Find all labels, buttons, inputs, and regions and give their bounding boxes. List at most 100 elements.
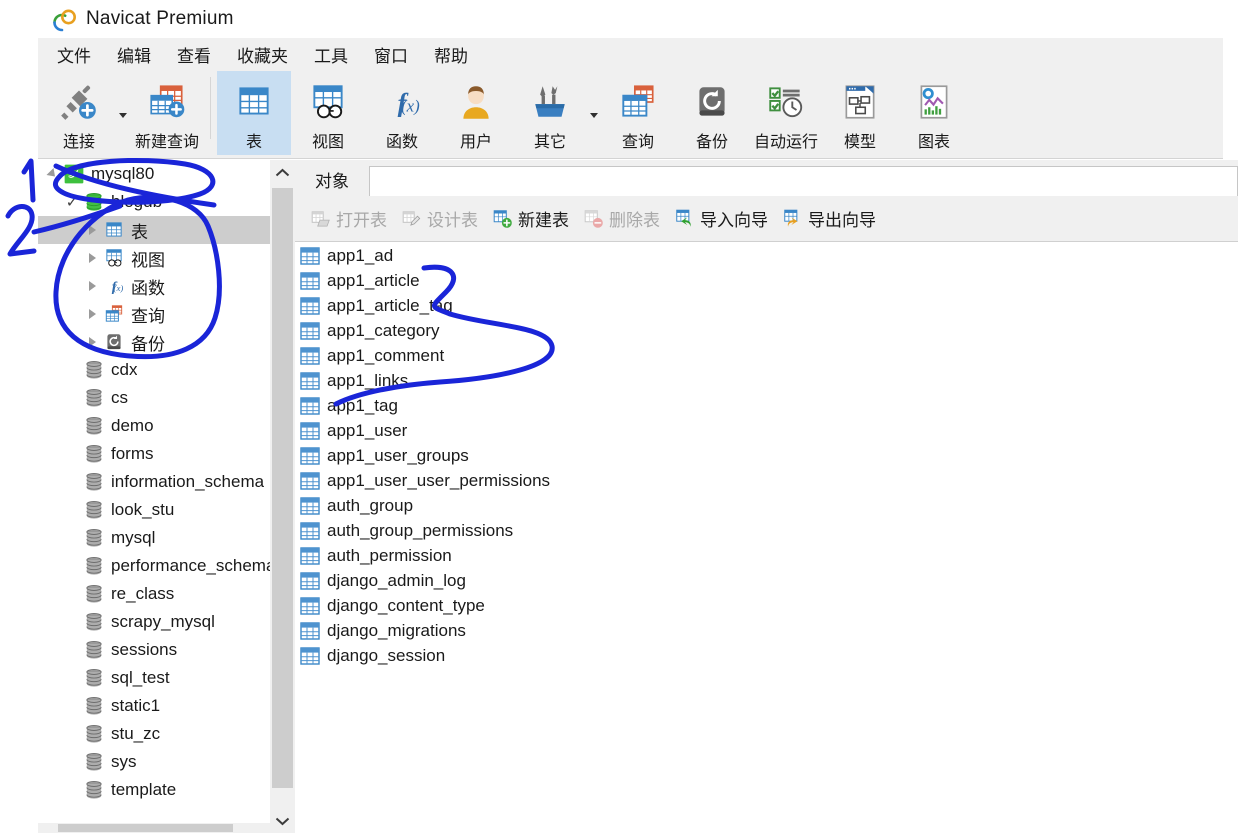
tab-objects[interactable]: 对象 [295,162,369,196]
tree-item-sys[interactable]: sys [38,748,270,776]
chevron-down-icon[interactable] [587,71,601,155]
chevron-down-icon[interactable] [270,808,295,833]
tree-item-blogdb[interactable]: ✓ blogdb [38,188,270,216]
table-list-item[interactable]: app1_article_tag [295,293,1238,318]
table-list[interactable]: app1_ad app1_article app1_article_tag ap… [295,243,1238,833]
backup-icon [691,79,733,125]
table-list-item[interactable]: auth_group [295,493,1238,518]
chevron-right-icon[interactable] [82,225,102,235]
ribbon-button-label: 新建查询 [134,134,199,151]
table-blue-icon [300,621,322,640]
sidebar-hscroll-thumb[interactable] [58,824,233,832]
table-blue-icon [102,219,126,241]
connection-tree[interactable]: mysql80 ✓ blogdb 表 视图 f (x) 函数 查询 备份 cdx… [38,160,270,823]
table-list-item[interactable]: app1_article [295,268,1238,293]
table-list-item[interactable]: auth_permission [295,543,1238,568]
menu-edit[interactable]: 编辑 [104,39,164,70]
ribbon-other[interactable]: 其它 [513,71,587,155]
tree-item-label: scrapy_mysql [111,612,215,631]
tree-item-[interactable]: 表 [38,216,270,244]
chevron-right-icon[interactable] [82,253,102,263]
tree-item-cdx[interactable]: cdx [38,356,270,384]
ribbon-backup[interactable]: 备份 [675,71,749,155]
tree-item-information_schema[interactable]: information_schema [38,468,270,496]
table-name-label: django_session [327,645,446,665]
table-list-item[interactable]: app1_tag [295,393,1238,418]
tree-item-[interactable]: 查询 [38,300,270,328]
ribbon-query[interactable]: 查询 [601,71,675,155]
table-name-label: app1_links [327,370,409,390]
sidebar-vertical-scrollbar[interactable] [270,160,295,833]
tree-item-sql_test[interactable]: sql_test [38,664,270,692]
ribbon-automation[interactable]: 自动运行 [749,71,823,155]
import-wizard-button[interactable]: 导入向导 [667,202,775,236]
tab-content-area [369,166,1238,196]
table-blue-icon [300,421,322,440]
table-list-item[interactable]: django_session [295,643,1238,668]
table-list-item[interactable]: django_admin_log [295,568,1238,593]
tree-item-re_class[interactable]: re_class [38,580,270,608]
table-list-item[interactable]: app1_ad [295,243,1238,268]
ribbon-new-query[interactable]: 新建查询 [130,71,204,155]
tree-item-[interactable]: 备份 [38,328,270,356]
tree-item-static1[interactable]: static1 [38,692,270,720]
tree-item-template[interactable]: template [38,776,270,804]
ribbon-button-label: 表 [245,134,262,151]
tree-item-label: performance_schema [111,556,270,575]
query-icon [617,79,659,125]
other-tools-icon [529,79,571,125]
ribbon-connection[interactable]: 连接 [42,71,116,155]
menu-view[interactable]: 查看 [164,39,224,70]
menu-tools[interactable]: 工具 [301,39,361,70]
table-list-item[interactable]: app1_links [295,368,1238,393]
chevron-down-icon[interactable] [42,167,62,181]
database-green-icon [82,191,106,213]
tree-item-demo[interactable]: demo [38,412,270,440]
tree-item-mysql80[interactable]: mysql80 [38,160,270,188]
ribbon-model[interactable]: 模型 [823,71,897,155]
ribbon-view[interactable]: 视图 [291,71,365,155]
table-list-item[interactable]: app1_user [295,418,1238,443]
menu-help[interactable]: 帮助 [421,39,481,70]
tree-item-mysql[interactable]: mysql [38,524,270,552]
table-list-item[interactable]: app1_comment [295,343,1238,368]
menu-favorites[interactable]: 收藏夹 [224,39,301,70]
tree-item-label: blogdb [111,192,163,211]
sidebar-horizontal-scrollbar[interactable] [38,823,270,833]
tree-item-forms[interactable]: forms [38,440,270,468]
table-list-item[interactable]: app1_user_user_permissions [295,468,1238,493]
chevron-up-icon[interactable] [270,160,295,185]
export-wizard-button[interactable]: 导出向导 [775,202,883,236]
tree-item-scrapy_mysql[interactable]: scrapy_mysql [38,608,270,636]
chevron-right-icon[interactable] [82,281,102,291]
tree-item-cs[interactable]: cs [38,384,270,412]
tree-item-[interactable]: f (x) 函数 [38,272,270,300]
tree-item-sessions[interactable]: sessions [38,636,270,664]
menu-file[interactable]: 文件 [44,39,104,70]
table-list-item[interactable]: django_content_type [295,593,1238,618]
table-list-item[interactable]: app1_category [295,318,1238,343]
ribbon-function[interactable]: f (x) 函数 [365,71,439,155]
chart-icon [913,79,955,125]
database-gray-icon [82,583,106,605]
table-list-item[interactable]: app1_user_groups [295,443,1238,468]
ribbon-user[interactable]: 用户 [439,71,513,155]
ribbon-chart[interactable]: 图表 [897,71,971,155]
ribbon-table[interactable]: 表 [217,71,291,155]
new-table-button[interactable]: 新建表 [485,202,576,236]
chevron-down-icon[interactable] [116,71,130,155]
chevron-right-icon[interactable] [82,337,102,347]
tree-item-performance_schema[interactable]: performance_schema [38,552,270,580]
table-name-label: app1_tag [327,395,398,415]
sidebar-scroll-thumb[interactable] [272,188,293,788]
table-list-item[interactable]: auth_group_permissions [295,518,1238,543]
tree-item-label: 查询 [131,306,165,326]
new-query-icon [146,79,188,125]
tree-item-[interactable]: 视图 [38,244,270,272]
tree-item-look_stu[interactable]: look_stu [38,496,270,524]
chevron-right-icon[interactable] [82,309,102,319]
table-list-item[interactable]: django_migrations [295,618,1238,643]
tree-item-stu_zc[interactable]: stu_zc [38,720,270,748]
database-gray-icon [82,639,106,661]
menu-window[interactable]: 窗口 [361,39,421,70]
